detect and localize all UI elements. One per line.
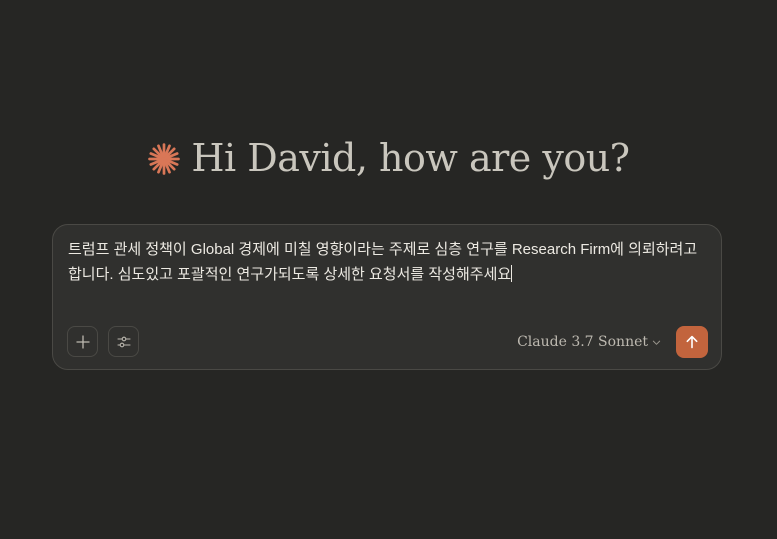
model-selector[interactable]: Claude 3.7 Sonnet [517, 331, 661, 353]
prompt-input[interactable]: 트럼프 관세 정책이 Global 경제에 미칠 영향이라는 주제로 심층 연구… [68, 237, 708, 287]
chat-composer: 트럼프 관세 정책이 Global 경제에 미칠 영향이라는 주제로 심층 연구… [52, 224, 722, 370]
tools-settings-button[interactable] [108, 326, 139, 357]
sliders-icon [116, 336, 131, 347]
plus-icon [75, 334, 90, 349]
greeting-header: Hi David, how are you? [0, 132, 777, 184]
greeting-title: Hi David, how are you? [191, 136, 630, 180]
add-attachment-button[interactable] [67, 326, 98, 357]
send-button[interactable] [676, 326, 708, 358]
model-selector-label: Claude 3.7 Sonnet [517, 334, 648, 350]
prompt-text: 트럼프 관세 정책이 Global 경제에 미칠 영향이라는 주제로 심층 연구… [68, 241, 698, 283]
text-caret [511, 265, 513, 282]
chevron-down-icon [652, 340, 661, 345]
arrow-up-icon [686, 335, 698, 349]
claude-spark-icon [148, 143, 181, 175]
